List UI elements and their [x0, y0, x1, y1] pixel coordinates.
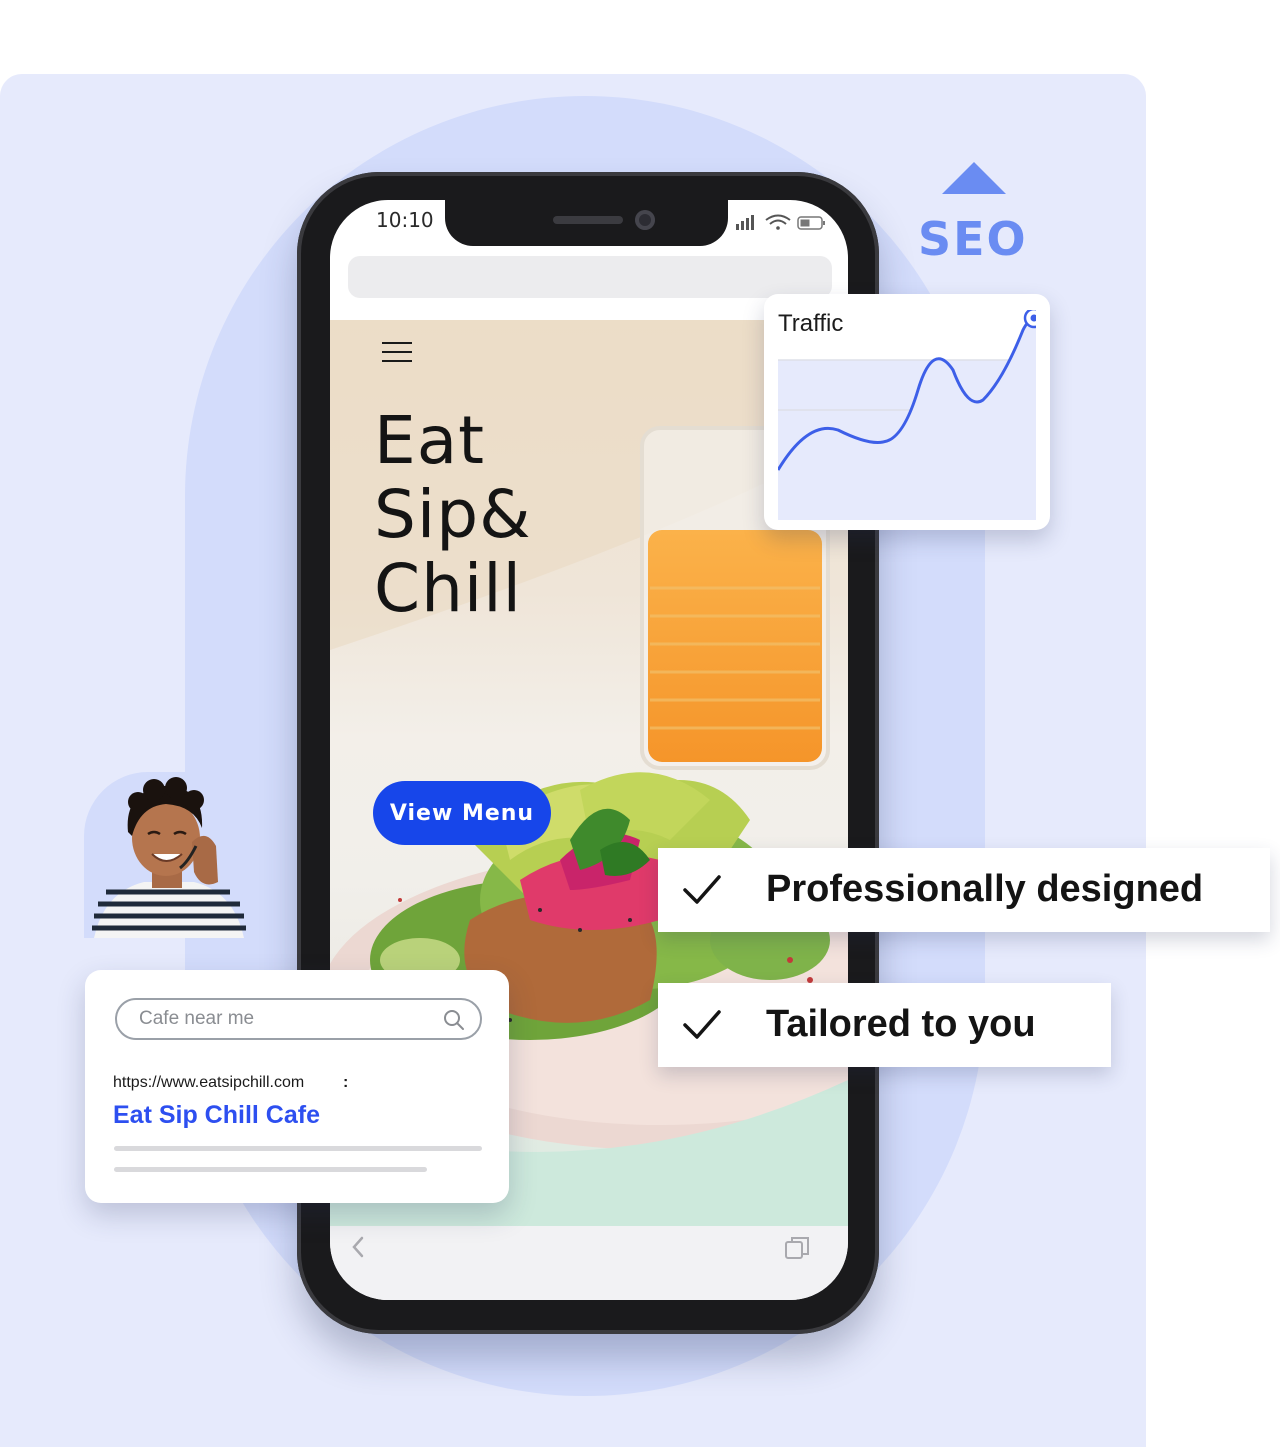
seo-label: SEO: [918, 212, 1028, 266]
result-snippet-placeholder: [114, 1146, 482, 1151]
search-icon[interactable]: [443, 1009, 465, 1031]
result-snippet-placeholder: [114, 1167, 427, 1172]
feature-label: Professionally designed: [766, 868, 1204, 910]
phone-notch: [445, 200, 728, 246]
result-url[interactable]: https://www.eatsipchill.com: [113, 1074, 304, 1092]
feature-card-professionally-designed: Professionally designed: [658, 848, 1270, 932]
battery-icon: [797, 216, 825, 230]
seo-arrow-up-icon: [942, 162, 1006, 194]
phone-speaker: [553, 216, 623, 224]
search-box[interactable]: [115, 998, 482, 1040]
view-menu-button[interactable]: View Menu: [373, 781, 551, 845]
check-icon: [683, 1010, 721, 1039]
status-time: 10:10: [376, 208, 434, 232]
hero-title: Eat Sip& Chill: [374, 404, 532, 626]
hero-title-line: Sip&: [374, 476, 532, 553]
signal-icon: [736, 215, 754, 230]
front-camera: [635, 210, 655, 230]
browser-bottom-bar: [330, 1226, 848, 1300]
traffic-card-title: Traffic: [778, 310, 844, 337]
check-icon: [683, 875, 721, 904]
search-input[interactable]: [139, 1008, 439, 1030]
feature-card-tailored-to-you: Tailored to you: [658, 983, 1111, 1067]
hero-title-line: Eat: [374, 402, 486, 479]
traffic-line-chart: [778, 310, 1036, 520]
browser-url-bar[interactable]: [348, 256, 832, 298]
wifi-icon: [765, 214, 791, 230]
hero-title-line: Chill: [374, 550, 522, 627]
status-icons: [736, 214, 825, 230]
result-title-link[interactable]: Eat Sip Chill Cafe: [113, 1101, 320, 1130]
result-menu-icon[interactable]: :: [343, 1074, 348, 1092]
support-agent-avatar: [84, 772, 250, 938]
back-chevron-icon[interactable]: [348, 1232, 368, 1262]
feature-label: Tailored to you: [766, 1003, 1036, 1045]
tabs-icon[interactable]: [784, 1234, 812, 1262]
search-result-card: https://www.eatsipchill.com : Eat Sip Ch…: [85, 970, 509, 1203]
traffic-card: Traffic: [764, 294, 1050, 530]
hamburger-menu-icon[interactable]: [382, 342, 412, 362]
